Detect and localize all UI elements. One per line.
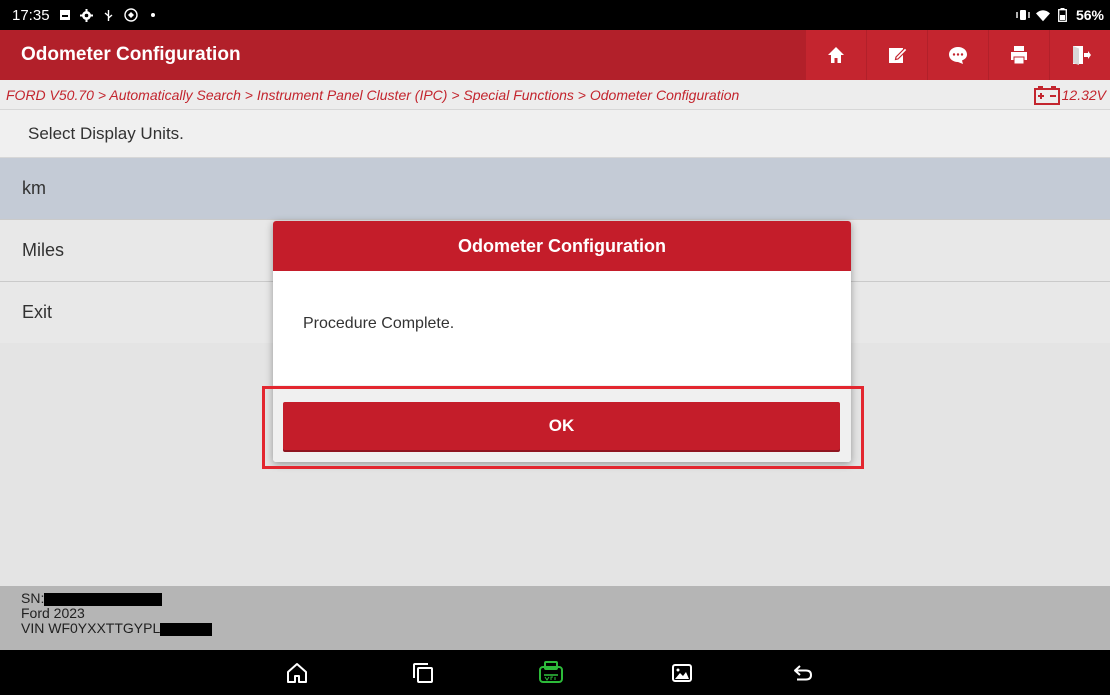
edit-report-button[interactable] [867, 30, 927, 80]
app-header: Odometer Configuration [0, 30, 1110, 80]
nav-vci-button[interactable] [538, 660, 564, 686]
edit-report-icon [889, 47, 908, 63]
recent-apps-icon [413, 663, 433, 683]
nav-home-button[interactable] [284, 660, 310, 686]
battery-icon [1056, 8, 1070, 22]
clock: 17:35 [12, 6, 50, 24]
notification-icon [123, 8, 138, 22]
status-left: 17:35 [12, 7, 160, 24]
vibrate-icon [1016, 8, 1030, 22]
toolbar [805, 30, 1110, 80]
dialog-message: Procedure Complete. [303, 315, 455, 332]
screen-icon [58, 8, 72, 22]
home-icon [828, 47, 844, 63]
home-button[interactable] [806, 30, 866, 80]
nav-back-button[interactable] [790, 660, 816, 686]
android-nav-bar [0, 650, 1110, 695]
ok-highlight-frame [262, 386, 864, 469]
wifi-icon [1035, 8, 1050, 22]
nav-recent-apps-button[interactable] [410, 660, 436, 686]
exit-icon [1073, 46, 1091, 65]
home-icon [287, 663, 307, 683]
gear-icon [80, 8, 94, 22]
dot-icon [146, 8, 160, 22]
back-icon [794, 665, 813, 681]
usb-icon [102, 8, 116, 22]
chat-icon [949, 47, 967, 64]
screenshot-icon [672, 664, 692, 682]
nav-screenshot-button[interactable] [669, 660, 695, 686]
print-icon [1011, 46, 1027, 65]
page-title: Odometer Configuration [21, 44, 241, 65]
vci-icon [539, 661, 563, 683]
status-right: 56% [1016, 7, 1104, 23]
exit-button[interactable] [1050, 30, 1110, 80]
dialog-title: Odometer Configuration [273, 221, 851, 271]
battery-percent: 56% [1075, 7, 1104, 23]
print-button[interactable] [989, 30, 1049, 80]
chat-button[interactable] [928, 30, 988, 80]
status-bar: 17:35 56% [0, 0, 1110, 30]
